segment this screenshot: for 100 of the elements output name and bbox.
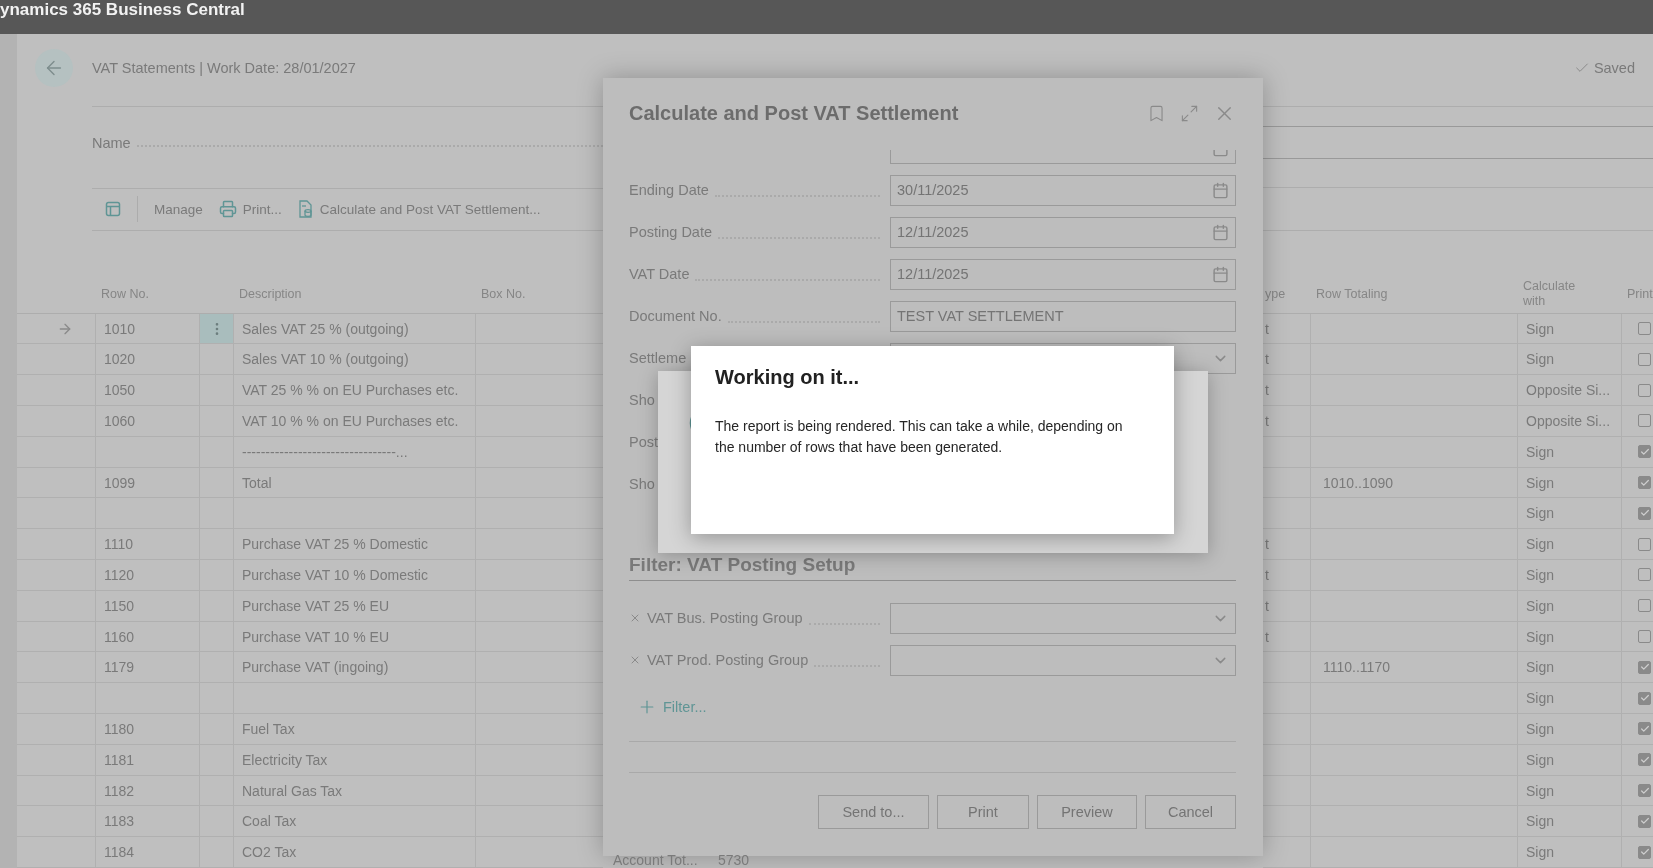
table-cell-text: Sales VAT 10 % (outgoing) [241, 351, 410, 368]
layout-icon[interactable] [105, 201, 121, 218]
progress-title: Working on it... [715, 366, 861, 389]
table-cell-text: CO2 Tax [241, 844, 298, 861]
dialog-button[interactable]: Preview [1037, 795, 1137, 829]
back-button[interactable] [35, 48, 73, 87]
table-cell-text: t [1264, 412, 1270, 429]
table-cell-text: Sign [1525, 566, 1556, 583]
print-checkbox[interactable] [1638, 691, 1651, 705]
toolbar-button[interactable]: Manage [154, 201, 203, 217]
column-header[interactable]: Calculate with [1517, 279, 1599, 310]
print-checkbox[interactable] [1638, 814, 1651, 828]
print-checkbox[interactable] [1638, 445, 1651, 459]
dropdown-field[interactable] [890, 602, 1236, 634]
dropdown-field[interactable] [890, 644, 1236, 676]
print-checkbox[interactable] [1638, 476, 1651, 490]
table-cell-text: Sign [1525, 720, 1556, 737]
column-header[interactable]: Row No. [95, 286, 199, 302]
date-field[interactable]: 12/11/2025 [890, 216, 1236, 248]
toolbar-button[interactable]: Print... [218, 200, 282, 219]
table-cell-text: VAT 10 % % on EU Purchases etc. [241, 412, 460, 429]
toolbar-button[interactable]: Calculate and Post VAT Settlement... [297, 200, 541, 219]
remove-filter-icon[interactable] [629, 654, 641, 666]
table-cell-text: t [1264, 351, 1270, 368]
table-cell-text: 1110..1170 [1322, 659, 1391, 676]
table-cell-text: Sign [1525, 690, 1556, 707]
progress-message: The report is being rendered. This can take a while, depending on the number of rows that have been generated. [715, 417, 1124, 457]
print-checkbox[interactable] [1638, 322, 1651, 336]
page-title: VAT Statements | Work Date: 28/01/2027 [92, 59, 356, 76]
print-checkbox[interactable] [1638, 722, 1651, 736]
print-checkbox[interactable] [1638, 506, 1651, 520]
column-header[interactable]: Box No. [475, 286, 603, 302]
print-checkbox[interactable] [1638, 630, 1651, 643]
field-label: Post [629, 434, 658, 450]
field-label: Posting Date [629, 224, 713, 240]
table-cell-text: 1179 [103, 659, 136, 676]
column-header[interactable]: Row Totaling [1310, 286, 1517, 302]
table-cell-text: Purchase VAT 10 % EU [241, 628, 391, 645]
column-header[interactable]: Print [1621, 286, 1653, 302]
table-cell-text: t [1264, 536, 1270, 553]
table-cell-text: Total [241, 474, 273, 491]
print-checkbox[interactable] [1638, 352, 1651, 366]
filter-heading: Filter: VAT Posting Setup [629, 554, 856, 576]
date-field[interactable]: 30/11/2025 [890, 174, 1236, 206]
field-label: VAT Bus. Posting Group [647, 610, 803, 626]
bookmark-icon[interactable] [1147, 103, 1166, 123]
print-checkbox[interactable] [1638, 660, 1651, 674]
table-cell-text: t [1264, 320, 1270, 337]
add-filter-link[interactable]: Filter... [629, 687, 707, 727]
table-cell-text: 1120 [103, 566, 136, 583]
field-label: Document No. [629, 308, 722, 324]
print-checkbox[interactable] [1638, 568, 1651, 582]
table-cell-text: 1099 [103, 474, 137, 491]
printer-icon [218, 200, 237, 219]
print-checkbox[interactable] [1638, 599, 1651, 613]
field-label: VAT Date [629, 266, 690, 282]
table-cell-text: t [1264, 597, 1270, 614]
dialog-button[interactable]: Print [937, 795, 1029, 829]
table-cell-text: t [1264, 566, 1270, 583]
table-cell-text: Sign [1525, 536, 1556, 553]
print-checkbox[interactable] [1638, 537, 1651, 551]
table-cell-text: Account Tot... [613, 851, 699, 868]
dialog-button[interactable]: Cancel [1145, 795, 1236, 829]
table-cell-text: Sign [1525, 320, 1556, 337]
app-title: ynamics 365 Business Central [0, 0, 245, 20]
table-cell-text: Sign [1525, 505, 1556, 522]
table-cell-text: t [1264, 628, 1270, 645]
document-coins-icon [297, 200, 314, 219]
table-cell-text: Electricity Tax [241, 751, 329, 768]
column-header[interactable]: ype [1263, 286, 1310, 302]
field-label: VAT Prod. Posting Group [647, 652, 809, 668]
table-cell-text: Opposite Si... [1525, 382, 1612, 399]
column-header[interactable]: Description [233, 286, 475, 302]
table-cell-text: Purchase VAT 25 % EU [241, 597, 391, 614]
table-cell-text: Sign [1525, 628, 1556, 645]
table-cell-text: 1060 [103, 412, 137, 429]
table-cell-text: Sign [1525, 844, 1556, 861]
date-field[interactable]: 12/11/2025 [890, 258, 1236, 290]
print-checkbox[interactable] [1638, 784, 1651, 797]
table-cell-text: Sign [1525, 751, 1556, 768]
print-checkbox[interactable] [1638, 753, 1651, 767]
table-cell-text: Purchase VAT (ingoing) [241, 659, 390, 676]
text-field[interactable]: TEST VAT SETTLEMENT [890, 300, 1236, 332]
table-cell-text: 5730 [718, 851, 751, 868]
table-cell-text: Sign [1525, 659, 1556, 676]
remove-filter-icon[interactable] [629, 612, 641, 624]
table-cell-text: Sign [1525, 597, 1556, 614]
calendar-icon [1212, 181, 1229, 199]
field-label: Sho [629, 392, 655, 408]
print-checkbox[interactable] [1638, 383, 1651, 397]
expand-icon[interactable] [1180, 103, 1199, 123]
table-cell-text: 1184 [103, 844, 136, 861]
print-checkbox[interactable] [1638, 414, 1651, 428]
table-cell-text: VAT 25 % % on EU Purchases etc. [241, 382, 460, 399]
print-checkbox[interactable] [1638, 845, 1651, 859]
table-cell-text: 1183 [103, 813, 136, 830]
row-actions-button[interactable] [199, 313, 233, 344]
name-field[interactable] [1263, 126, 1653, 160]
dialog-button[interactable]: Send to... [818, 795, 929, 829]
table-cell-text: 1150 [103, 597, 136, 614]
